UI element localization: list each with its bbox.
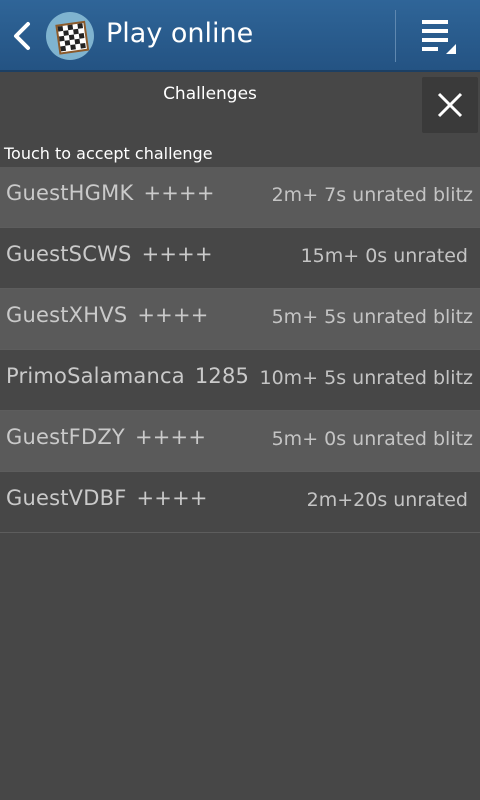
player-rating: ++++ (134, 425, 207, 449)
back-button[interactable] (8, 18, 36, 54)
chessboard-icon (55, 20, 90, 55)
challenge-row[interactable]: GuestSCWS ++++ 15m+ 0s unrated (0, 228, 480, 289)
overflow-menu-icon (422, 20, 456, 54)
challenge-row[interactable]: GuestFDZY ++++ 5m+ 0s unrated blitz (0, 411, 480, 472)
challenge-row[interactable]: GuestHGMK ++++ 2m+ 7s unrated blitz (0, 167, 480, 228)
time-control: 2m+ 7s unrated blitz (271, 184, 473, 206)
player-name: GuestSCWS (6, 242, 132, 266)
player-name: GuestHGMK (6, 181, 134, 205)
time-control: 10m+ 5s unrated blitz (259, 367, 474, 389)
challenge-row[interactable]: PrimoSalamanca 1285 10m+ 5s unrated blitz (0, 350, 480, 411)
instruction-text: Touch to accept challenge (4, 144, 213, 163)
close-icon (437, 92, 463, 118)
chevron-left-icon (14, 22, 30, 50)
time-control: 2m+20s unrated (306, 489, 468, 511)
player-name: PrimoSalamanca (6, 364, 185, 388)
dialog-title: Challenges (163, 84, 257, 104)
player-name: GuestXHVS (6, 303, 128, 327)
player-rating: ++++ (136, 486, 208, 510)
challenge-row[interactable]: GuestXHVS ++++ 5m+ 5s unrated blitz (0, 289, 480, 350)
player-rating: 1285 (194, 364, 250, 388)
player-rating: ++++ (143, 181, 215, 205)
player-rating: ++++ (141, 242, 213, 266)
player-name: GuestFDZY (6, 425, 125, 449)
challenge-list: GuestHGMK ++++ 2m+ 7s unrated blitz Guest… (0, 167, 480, 533)
time-control: 5m+ 5s unrated blitz (271, 306, 473, 328)
challenge-row[interactable]: GuestVDBF ++++ 2m+20s unrated (0, 472, 480, 533)
time-control: 15m+ 0s unrated (300, 245, 468, 267)
player-name: GuestVDBF (6, 486, 127, 510)
time-control: 5m+ 0s unrated blitz (271, 428, 473, 450)
overflow-menu-button[interactable] (416, 16, 460, 56)
action-bar: Play online (0, 0, 480, 72)
app-logo[interactable] (46, 12, 94, 60)
player-rating: ++++ (137, 303, 209, 327)
actionbar-divider (395, 10, 396, 62)
page-title: Play online (106, 18, 254, 49)
close-button[interactable] (422, 77, 478, 133)
